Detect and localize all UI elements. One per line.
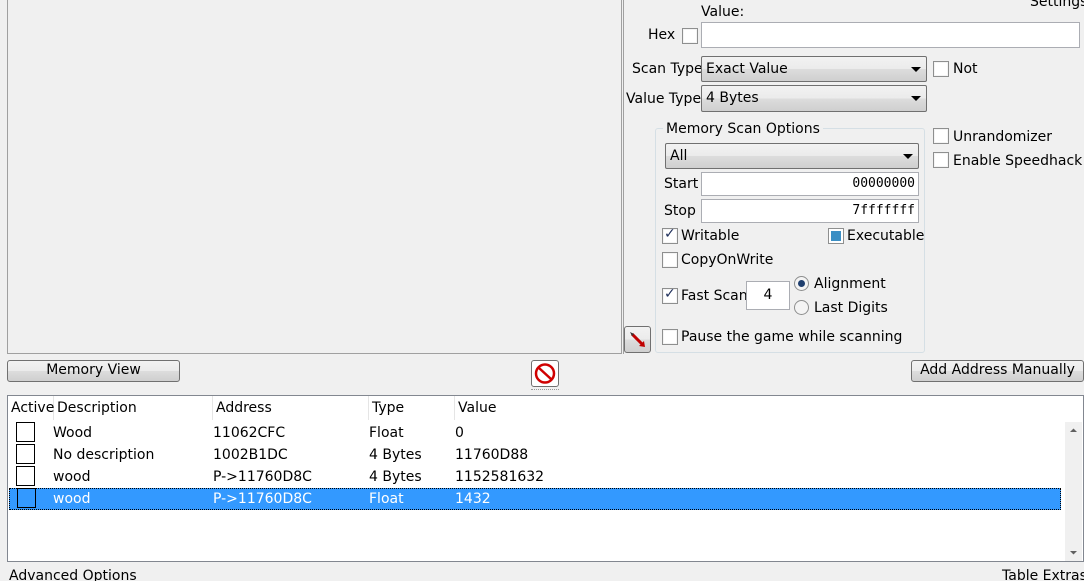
scan-type-label: Scan Type	[632, 61, 703, 77]
value-label: Value:	[701, 4, 745, 20]
active-checkbox[interactable]	[16, 466, 35, 486]
table-row[interactable]: Wood 11062CFC Float 0	[9, 422, 1061, 444]
chevron-down-icon	[911, 67, 921, 72]
copy-on-write-checkbox[interactable]	[662, 252, 678, 268]
header-active[interactable]: Active	[8, 396, 54, 420]
stop-address-input[interactable]: 7fffffff	[701, 199, 919, 223]
writable-checkbox[interactable]	[662, 226, 678, 244]
scan-type-value: Exact Value	[706, 61, 788, 77]
stop-label: Stop	[664, 203, 696, 219]
pane-divider[interactable]	[623, 0, 624, 354]
table-row-selected[interactable]: wood P->11760D8C Float 1432	[9, 488, 1061, 510]
row-address: P->11760D8C	[213, 469, 312, 485]
header-value[interactable]: Value	[455, 396, 1066, 420]
scroll-down-icon[interactable]	[1065, 544, 1082, 561]
writable-label: Writable	[681, 228, 740, 244]
scroll-up-icon[interactable]	[1065, 422, 1082, 439]
pointer-icon	[630, 332, 645, 347]
executable-label: Executable	[847, 228, 925, 244]
last-digits-radio[interactable]	[794, 300, 809, 315]
row-address: P->11760D8C	[213, 491, 312, 507]
start-label: Start	[664, 176, 699, 192]
active-checkbox[interactable]	[16, 444, 35, 464]
last-digits-label: Last Digits	[814, 300, 888, 316]
row-address: 1002B1DC	[213, 447, 288, 463]
value-input[interactable]	[701, 22, 1080, 48]
header-address[interactable]: Address	[213, 396, 369, 420]
alignment-radio[interactable]	[794, 276, 809, 291]
memory-view-button[interactable]: Memory View	[7, 360, 180, 382]
row-address: 11062CFC	[213, 425, 286, 441]
fast-scan-checkbox[interactable]	[662, 286, 678, 304]
select-process-button[interactable]	[624, 326, 651, 353]
row-type: 4 Bytes	[369, 447, 422, 463]
advanced-options-label[interactable]: Advanced Options	[9, 567, 137, 581]
copy-on-write-label: CopyOnWrite	[681, 252, 774, 268]
value-type-select[interactable]: 4 Bytes	[701, 85, 927, 112]
row-description: wood	[53, 491, 91, 507]
pause-game-checkbox[interactable]	[662, 329, 678, 345]
row-type: Float	[369, 491, 404, 507]
row-type: 4 Bytes	[369, 469, 422, 485]
fast-scan-label: Fast Scan	[681, 288, 748, 304]
executable-checkbox[interactable]	[828, 228, 844, 244]
speedhack-label: Enable Speedhack	[953, 153, 1083, 169]
row-description: No description	[53, 447, 155, 463]
value-type-value: 4 Bytes	[706, 90, 759, 106]
value-type-label: Value Type	[626, 91, 702, 107]
row-description: Wood	[53, 425, 93, 441]
chevron-down-icon	[911, 96, 921, 101]
no-entry-icon	[534, 363, 556, 384]
unrandomizer-label: Unrandomizer	[953, 129, 1053, 145]
chevron-down-icon	[903, 154, 913, 159]
found-addresses-list[interactable]	[7, 0, 622, 354]
unrandomizer-checkbox[interactable]	[933, 128, 949, 144]
splitter-grip[interactable]	[531, 389, 559, 391]
pause-game-label: Pause the game while scanning	[681, 329, 903, 345]
add-address-button[interactable]: Add Address Manually	[911, 360, 1084, 382]
memory-region-value: All	[670, 148, 688, 164]
not-label: Not	[953, 61, 978, 77]
row-value: 1152581632	[455, 469, 545, 485]
row-value: 0	[455, 425, 464, 441]
alignment-label: Alignment	[814, 276, 886, 292]
settings-label[interactable]: Settings	[1030, 0, 1084, 11]
not-checkbox[interactable]	[933, 61, 949, 77]
start-address-input[interactable]: 00000000	[701, 172, 919, 196]
table-row[interactable]: No description 1002B1DC 4 Bytes 11760D88	[9, 444, 1061, 466]
row-type: Float	[369, 425, 404, 441]
fast-scan-alignment-input[interactable]: 4	[746, 281, 790, 310]
memory-region-select[interactable]: All	[665, 143, 919, 169]
table-extras-label[interactable]: Table Extras	[1002, 567, 1084, 581]
memory-scan-options-title: Memory Scan Options	[663, 120, 823, 138]
active-checkbox[interactable]	[16, 422, 35, 442]
active-checkbox[interactable]	[17, 488, 36, 508]
row-description: wood	[53, 469, 91, 485]
speedhack-checkbox[interactable]	[933, 152, 949, 168]
scan-type-select[interactable]: Exact Value	[701, 56, 927, 82]
row-value: 11760D88	[455, 447, 529, 463]
row-value: 1432	[455, 491, 491, 507]
clear-list-button[interactable]	[531, 360, 559, 387]
hex-label: Hex	[648, 27, 676, 43]
address-table[interactable]: Active Description Address Type Value Wo…	[7, 395, 1084, 562]
hex-checkbox[interactable]	[682, 28, 698, 44]
header-description[interactable]: Description	[54, 396, 213, 420]
header-type[interactable]: Type	[369, 396, 455, 420]
table-scrollbar[interactable]	[1065, 422, 1082, 561]
table-row[interactable]: wood P->11760D8C 4 Bytes 1152581632	[9, 466, 1061, 488]
